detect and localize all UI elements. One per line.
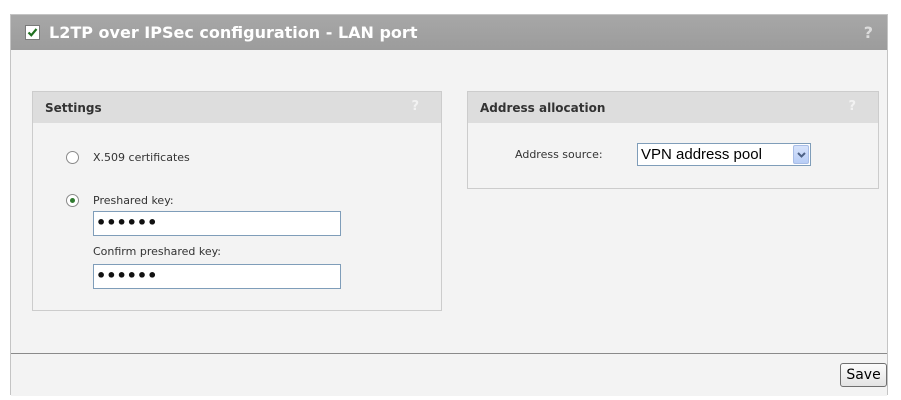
panel-help-icon[interactable]: ? (864, 23, 873, 42)
settings-help-icon[interactable]: ? (411, 99, 419, 114)
settings-box: Settings ? X.509 certificates Preshared … (32, 91, 442, 311)
address-source-value: VPN address pool (641, 146, 762, 163)
address-box-header: Address allocation ? (468, 92, 878, 123)
dropdown-button[interactable] (793, 145, 809, 164)
radio-selected-dot (70, 198, 75, 203)
preshared-key-radio[interactable] (66, 194, 79, 207)
panel-header: L2TP over IPSec configuration - LAN port… (11, 15, 887, 50)
save-button[interactable]: Save (840, 363, 887, 387)
confirm-key-input[interactable]: •••••• (93, 264, 341, 289)
chevron-down-icon (797, 152, 806, 158)
address-title: Address allocation (480, 101, 606, 115)
settings-box-header: Settings ? (33, 92, 441, 123)
confirm-key-label: Confirm preshared key: (93, 245, 222, 258)
l2tp-config-panel: L2TP over IPSec configuration - LAN port… (10, 14, 888, 396)
x509-label: X.509 certificates (93, 151, 190, 164)
address-source-select[interactable]: VPN address pool (637, 143, 811, 166)
panel-footer: Save (11, 353, 887, 396)
panel-body: Settings ? X.509 certificates Preshared … (11, 50, 887, 353)
checkmark-icon (27, 28, 38, 37)
enable-checkbox[interactable] (25, 25, 40, 40)
preshared-key-label: Preshared key: (93, 194, 174, 207)
panel-title: L2TP over IPSec configuration - LAN port (49, 23, 418, 42)
address-source-label: Address source: (515, 148, 603, 161)
address-help-icon[interactable]: ? (848, 99, 856, 114)
preshared-key-input[interactable]: •••••• (93, 211, 341, 236)
x509-radio[interactable] (66, 151, 79, 164)
address-allocation-box: Address allocation ? Address source: VPN… (467, 91, 879, 189)
settings-title: Settings (45, 101, 102, 115)
